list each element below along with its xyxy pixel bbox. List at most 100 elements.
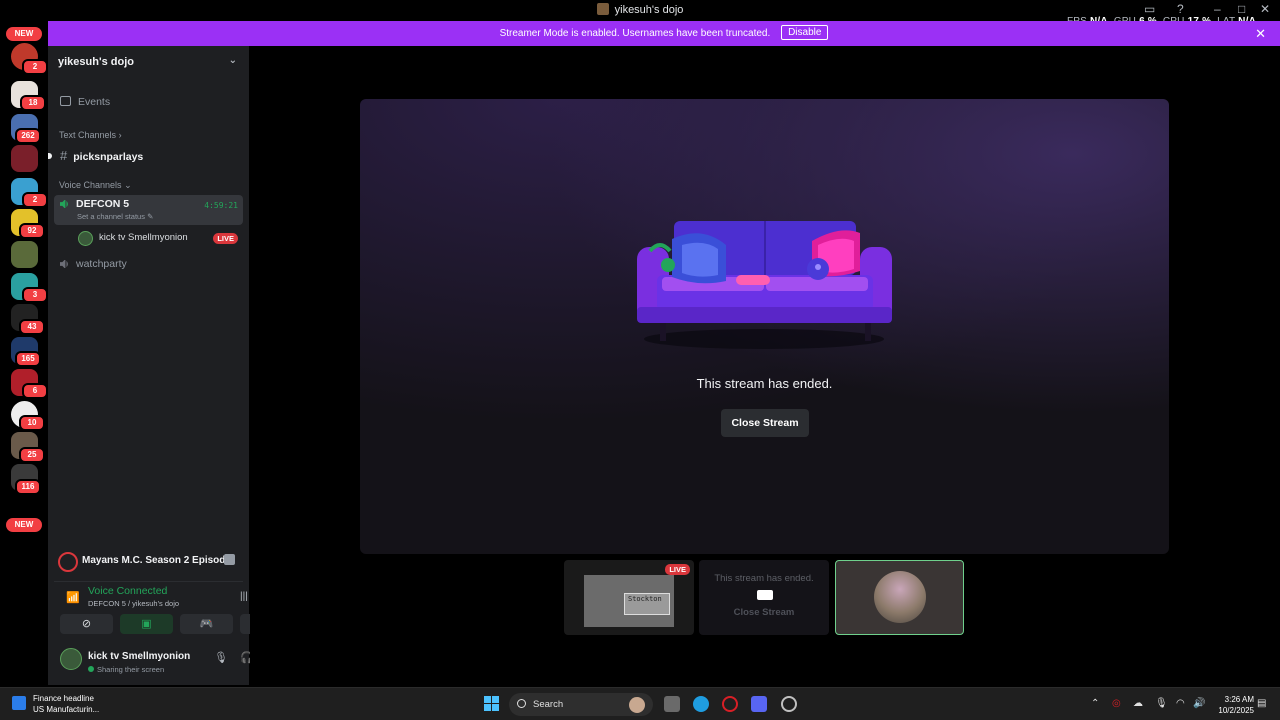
pencil-icon: ✎	[147, 212, 154, 221]
server-icon[interactable]	[11, 145, 38, 172]
thumbnail-close-stream: Close Stream	[733, 607, 795, 618]
mention-badge: 6	[22, 383, 48, 399]
new-badge[interactable]: NEW	[6, 27, 42, 41]
mention-badge: 25	[19, 447, 45, 463]
live-badge: LIVE	[213, 233, 238, 244]
voice-connection-panel: 📶 Voice Connected DEFCON 5 / yikesuh's d…	[54, 584, 278, 612]
voice-controls: ⊘ ▣ 🎮 ✦	[60, 614, 290, 636]
hash-icon: #	[60, 148, 68, 163]
server-name: yikesuh's dojo	[58, 56, 134, 68]
window-title: yikesuh's dojo	[0, 3, 1280, 16]
server-icon[interactable]	[11, 241, 38, 268]
text-channels-category[interactable]: Text Channels ›	[54, 130, 243, 140]
windows-start-icon[interactable]	[484, 696, 500, 712]
chevron-down-icon: ⌄	[124, 180, 132, 190]
close-stream-button[interactable]: Close Stream	[721, 409, 809, 437]
voice-member[interactable]: kick tv Smellmyonion LIVE	[54, 229, 243, 247]
mention-badge: 165	[15, 351, 41, 367]
activity-panel[interactable]: Mayans M.C. Season 2 Episode 2 Wa...	[54, 546, 243, 582]
microphone-icon[interactable]: 🎙	[214, 651, 228, 664]
mention-badge: 2	[22, 192, 48, 208]
mention-badge: 92	[19, 223, 45, 239]
avatar	[874, 571, 926, 623]
search-icon	[517, 699, 526, 708]
activities-button[interactable]: 🎮	[180, 614, 233, 634]
tray-mic-icon[interactable]: 🎙	[1155, 698, 1168, 709]
clock[interactable]: 3:26 AM 10/2/2025	[1218, 694, 1254, 716]
discord-icon[interactable]	[751, 696, 767, 712]
notification-icon[interactable]: ▤	[1257, 698, 1266, 709]
new-badge[interactable]: NEW	[6, 518, 42, 532]
signal-icon[interactable]: 📶	[66, 591, 80, 604]
taskbar-search[interactable]: Search	[509, 693, 653, 716]
maximize-button[interactable]: □	[1238, 2, 1245, 16]
streamer-mode-banner: Streamer Mode is enabled. Usernames have…	[48, 21, 1280, 46]
edge-icon[interactable]	[693, 696, 709, 712]
mention-badge: 43	[19, 319, 45, 335]
mention-badge: 18	[20, 95, 46, 111]
user-panel: kick tv Smellmyonion Sharing their scree…	[54, 642, 277, 678]
close-window-button[interactable]: ✕	[1260, 2, 1270, 16]
events-item[interactable]: Events	[54, 92, 243, 112]
couch-illustration	[637, 221, 892, 349]
stream-view: This stream has ended. Close Stream Stoc…	[250, 46, 1280, 685]
stream-thumbnail-live[interactable]: Stockton LIVE	[564, 560, 694, 635]
stream-preview: Stockton	[584, 575, 674, 627]
participant-thumbnail[interactable]	[835, 560, 964, 635]
mention-badge: 116	[15, 479, 41, 495]
voice-channel-defcon-5[interactable]: DEFCON 5 Set a channel status ✎ 4:59:21	[54, 195, 243, 225]
chevron-right-icon: ›	[118, 130, 122, 140]
banner-text: Streamer Mode is enabled. Usernames have…	[499, 28, 771, 39]
opera-icon[interactable]	[722, 696, 738, 712]
noise-suppression-icon[interactable]: |||	[240, 591, 248, 602]
server-icon	[596, 3, 609, 15]
avatar[interactable]	[60, 648, 82, 670]
chevron-down-icon: ⌄	[228, 55, 237, 66]
minimize-button[interactable]: –	[1214, 2, 1221, 16]
activity-icon	[58, 552, 78, 572]
mention-badge: 3	[22, 287, 48, 303]
live-badge: LIVE	[665, 564, 690, 575]
channel-status[interactable]: Set a channel status ✎	[77, 212, 237, 221]
server-header[interactable]: yikesuh's dojo ⌄	[48, 46, 249, 78]
mention-badge: 262	[15, 128, 41, 144]
volume-icon[interactable]: 🔊	[1193, 698, 1205, 709]
task-view-icon[interactable]	[664, 696, 680, 712]
voice-channels-category[interactable]: Voice Channels ⌄	[54, 180, 243, 191]
avatar	[78, 231, 93, 246]
voice-channel-watchparty[interactable]: watchparty	[54, 255, 243, 273]
stream-stage: This stream has ended. Close Stream	[360, 99, 1169, 554]
speaker-icon	[60, 260, 68, 268]
mention-badge: 10	[19, 415, 45, 431]
server-rail: NEW 2 18 262 2 92 3 43 165 6 10 25 116 N…	[0, 21, 48, 685]
stream-ended-message: This stream has ended.	[696, 376, 833, 391]
screen-icon	[757, 590, 773, 600]
stockton-sign: Stockton	[624, 593, 670, 615]
tray-cloud-icon[interactable]: ☁	[1133, 698, 1143, 709]
channel-picksnparlays[interactable]: # picksnparlays	[48, 146, 243, 166]
inbox-icon[interactable]: ▭	[1144, 2, 1155, 16]
channel-sidebar: yikesuh's dojo ⌄ Events Text Channels › …	[48, 46, 290, 685]
tray-overflow-icon[interactable]: ⌃	[1091, 698, 1099, 709]
disable-streamer-mode-button[interactable]: Disable	[781, 25, 829, 40]
calendar-icon	[60, 96, 71, 106]
wifi-icon[interactable]: ◠	[1176, 698, 1185, 709]
user-status: Sharing their screen	[88, 665, 164, 674]
windows-taskbar: Finance headline US Manufacturin... Sear…	[0, 687, 1280, 720]
voice-timer: 4:59:21	[204, 201, 238, 210]
news-icon	[12, 696, 26, 710]
news-widget[interactable]: Finance headline US Manufacturin...	[12, 693, 99, 715]
close-banner-icon[interactable]: ✕	[1255, 21, 1266, 46]
search-highlight-icon	[629, 697, 645, 713]
help-icon[interactable]: ?	[1177, 2, 1184, 16]
stream-thumbnail-ended[interactable]: This stream has ended. Close Stream	[699, 560, 829, 635]
dismiss-activity-icon[interactable]	[224, 554, 235, 565]
mention-badge: 2	[22, 59, 48, 75]
discord-window: yikesuh's dojo ▭ ? – □ ✕ FPS N/A GPU 6 %…	[0, 0, 1280, 720]
camera-off-button[interactable]: ⊘	[60, 614, 113, 634]
speaker-icon	[60, 200, 68, 208]
screen-share-button[interactable]: ▣	[120, 614, 173, 634]
unread-indicator	[48, 153, 52, 159]
tray-app-icon[interactable]: ◎	[1112, 698, 1121, 709]
chrome-icon[interactable]	[781, 696, 797, 712]
